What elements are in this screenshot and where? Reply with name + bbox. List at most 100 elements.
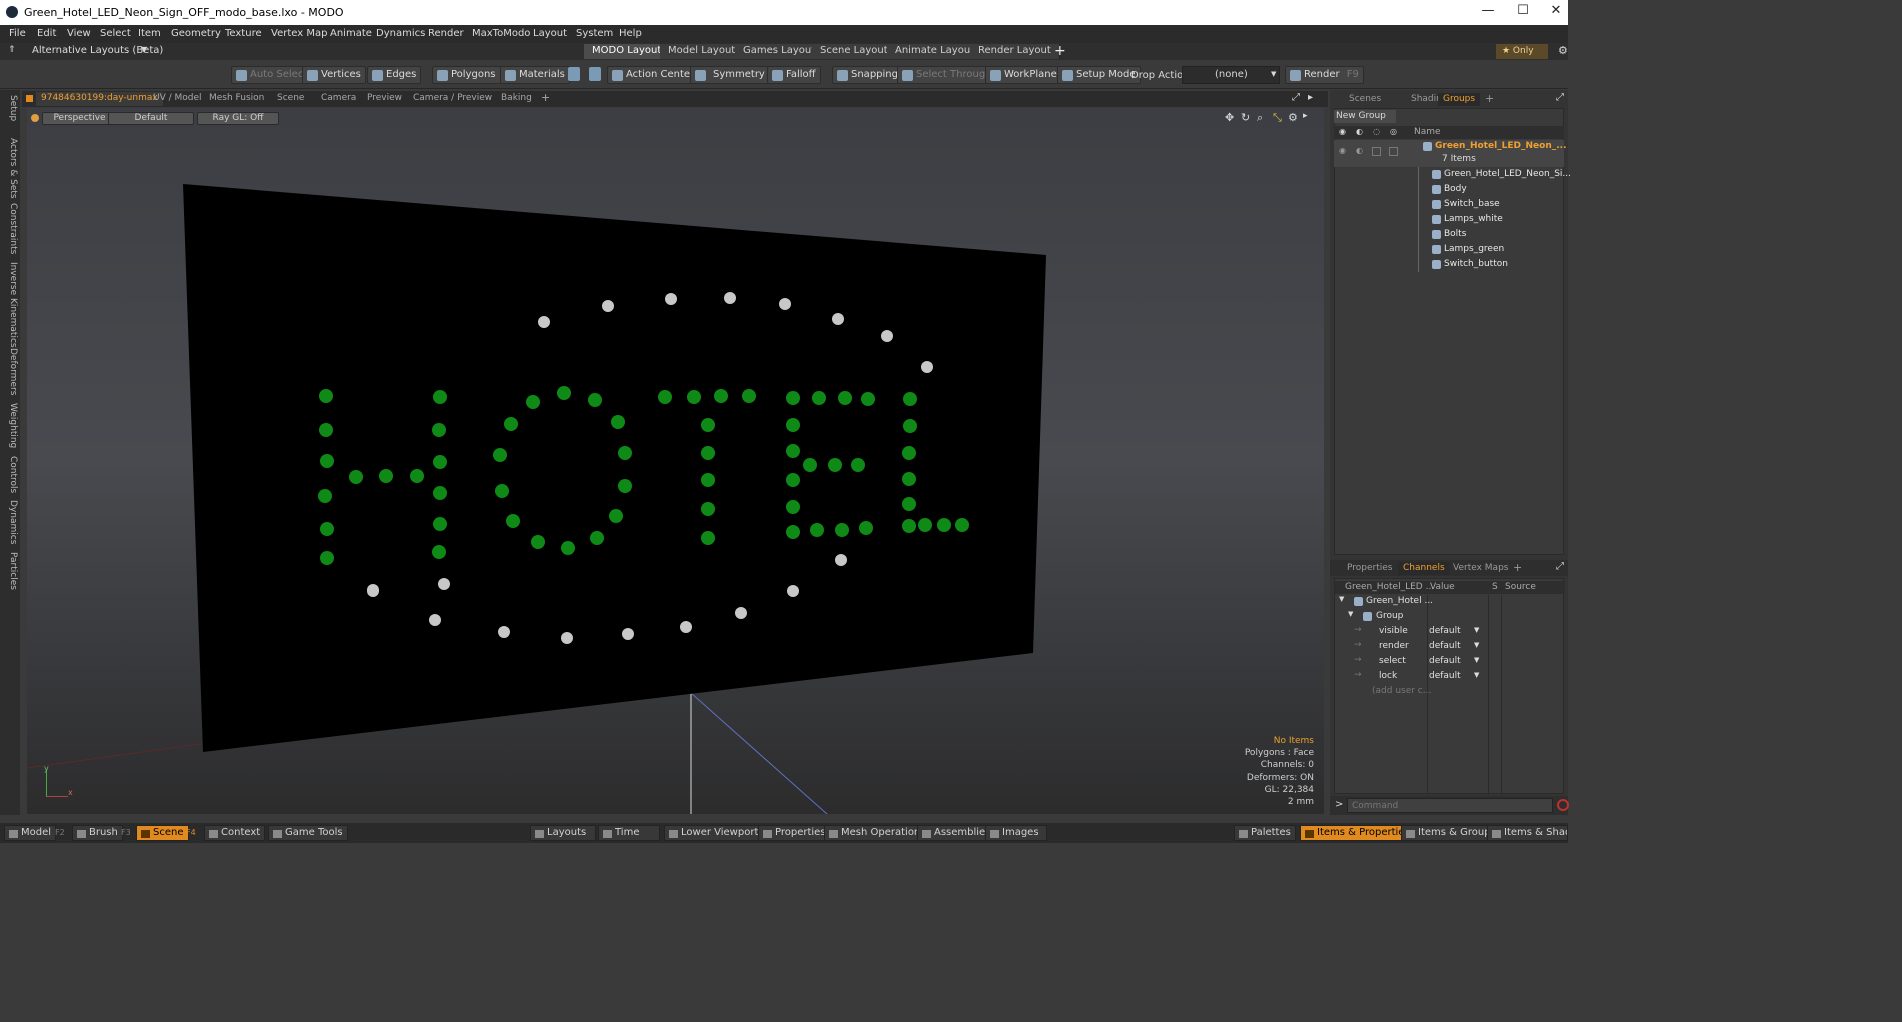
- green-lamp[interactable]: [531, 535, 545, 549]
- tab-camera[interactable]: Camera: [316, 92, 361, 106]
- channel-row[interactable]: → select default ▼: [1334, 654, 1564, 669]
- tab-render-layout[interactable]: Render Layout: [970, 44, 1060, 59]
- green-lamp[interactable]: [432, 423, 446, 437]
- menu-file[interactable]: File: [9, 28, 26, 39]
- close-button[interactable]: ✕: [1546, 3, 1566, 21]
- vtab-actors-sets[interactable]: Actors & Sets: [2, 138, 18, 199]
- action-center-button[interactable]: Action Center: [607, 66, 700, 84]
- green-lamp[interactable]: [410, 469, 424, 483]
- green-lamp[interactable]: [701, 473, 715, 487]
- green-lamp[interactable]: [902, 446, 916, 460]
- green-lamp[interactable]: [838, 391, 852, 405]
- green-lamp[interactable]: [803, 458, 817, 472]
- viewport-expand-icon[interactable]: ⤢: [1292, 92, 1300, 103]
- green-lamp[interactable]: [495, 484, 509, 498]
- green-lamp[interactable]: [786, 500, 800, 514]
- green-lamp[interactable]: [902, 472, 916, 486]
- vtab-inverse-kinematics[interactable]: Inverse Kinematics: [2, 262, 18, 348]
- select-mode-icon[interactable]: [568, 67, 580, 81]
- channel-row[interactable]: → visible default ▼: [1334, 624, 1564, 639]
- green-lamp[interactable]: [937, 518, 951, 532]
- channel-value[interactable]: default: [1429, 656, 1461, 666]
- green-lamp[interactable]: [526, 395, 540, 409]
- green-lamp[interactable]: [590, 531, 604, 545]
- layouts-button[interactable]: Layouts: [530, 825, 596, 841]
- green-lamp[interactable]: [609, 509, 623, 523]
- channel-value[interactable]: default: [1429, 626, 1461, 636]
- green-lamp[interactable]: [902, 519, 916, 533]
- tab-scenes[interactable]: Scenes: [1344, 93, 1386, 106]
- layout-up-icon[interactable]: ⇑: [8, 45, 16, 55]
- green-lamp[interactable]: [506, 514, 520, 528]
- green-lamp[interactable]: [701, 531, 715, 545]
- tab-channels[interactable]: Channels: [1398, 562, 1450, 575]
- menu-vertex-map[interactable]: Vertex Map: [271, 28, 327, 39]
- green-lamp[interactable]: [658, 390, 672, 404]
- tab-games-layout[interactable]: Games Layout: [735, 44, 825, 59]
- vtab-setup[interactable]: Setup: [2, 95, 18, 121]
- green-lamp[interactable]: [786, 444, 800, 458]
- viewport-more-icon[interactable]: ▸: [1303, 111, 1308, 121]
- tab-modo-layout[interactable]: MODO Layout: [584, 44, 671, 59]
- group-item-row[interactable]: Switch_base: [1334, 197, 1564, 212]
- group-row[interactable]: ◉ ◐ Green_Hotel_LED_Neon_... 7 Items: [1334, 140, 1566, 167]
- group-item-row[interactable]: Lamps_white: [1334, 212, 1564, 227]
- green-lamp[interactable]: [379, 469, 393, 483]
- green-lamp[interactable]: [955, 518, 969, 532]
- item-mode-icon[interactable]: [589, 67, 601, 81]
- green-lamp[interactable]: [618, 479, 632, 493]
- add-right-tab-button[interactable]: +: [1480, 91, 1499, 105]
- tab-uv-model[interactable]: UV / Model: [148, 92, 207, 106]
- green-lamp[interactable]: [861, 392, 875, 406]
- white-lamp[interactable]: [835, 554, 847, 566]
- green-lamp[interactable]: [611, 415, 625, 429]
- green-lamp[interactable]: [859, 521, 873, 535]
- vtab-particles[interactable]: Particles: [2, 552, 18, 590]
- green-lamp[interactable]: [433, 390, 447, 404]
- vtab-deformers[interactable]: Deformers: [2, 348, 18, 395]
- green-lamp[interactable]: [588, 393, 602, 407]
- menu-edit[interactable]: Edit: [37, 28, 56, 39]
- model-button[interactable]: Model: [4, 825, 57, 841]
- channel-dropdown-icon[interactable]: ▼: [1474, 626, 1479, 634]
- minimize-button[interactable]: —: [1478, 3, 1498, 21]
- white-lamp[interactable]: [622, 628, 634, 640]
- move-view-icon[interactable]: ✥: [1225, 111, 1234, 124]
- white-lamp[interactable]: [832, 313, 844, 325]
- edges-button[interactable]: Edges: [367, 66, 422, 84]
- polygons-button[interactable]: Polygons: [432, 66, 501, 84]
- viewport-menu-icon[interactable]: ▸: [1308, 92, 1313, 103]
- setup-mode-button[interactable]: Setup Mode: [1057, 66, 1141, 84]
- white-lamp[interactable]: [787, 585, 799, 597]
- group-render-icon[interactable]: ◐: [1356, 146, 1363, 155]
- lower-viewports-button[interactable]: Lower Viewports: [664, 825, 769, 841]
- settings-gear-icon[interactable]: ⚙: [1558, 44, 1568, 57]
- raygl-button[interactable]: Ray GL: Off: [197, 112, 279, 125]
- 3d-viewport[interactable]: [27, 108, 1324, 814]
- green-lamp[interactable]: [786, 391, 800, 405]
- channel-value[interactable]: default: [1429, 671, 1461, 681]
- group-item-row[interactable]: Body: [1334, 182, 1564, 197]
- white-lamp[interactable]: [561, 632, 573, 644]
- time-button[interactable]: Time: [598, 825, 660, 841]
- tab-mesh-fusion[interactable]: Mesh Fusion: [204, 92, 269, 106]
- channel-dropdown-icon[interactable]: ▼: [1474, 656, 1479, 664]
- green-lamp[interactable]: [812, 391, 826, 405]
- menu-dynamics[interactable]: Dynamics: [376, 28, 425, 39]
- green-lamp[interactable]: [835, 523, 849, 537]
- workplane-button[interactable]: WorkPlane: [985, 66, 1062, 84]
- green-lamp[interactable]: [903, 392, 917, 406]
- channel-row[interactable]: → render default ▼: [1334, 639, 1564, 654]
- group-item-row[interactable]: Green_Hotel_LED_Neon_Si...: [1334, 167, 1571, 182]
- white-lamp[interactable]: [921, 361, 933, 373]
- group-item-row[interactable]: Switch_button: [1334, 257, 1564, 272]
- menu-select[interactable]: Select: [100, 28, 131, 39]
- green-lamp[interactable]: [742, 389, 756, 403]
- fit-view-icon[interactable]: ⤡: [1273, 111, 1282, 125]
- only-toggle[interactable]: ★ Only: [1496, 44, 1548, 59]
- green-lamp[interactable]: [786, 473, 800, 487]
- viewport-gear-icon[interactable]: ⚙: [1288, 111, 1298, 124]
- command-stop-icon[interactable]: [1557, 799, 1569, 811]
- tab-vertex-maps[interactable]: Vertex Maps: [1448, 562, 1513, 575]
- tab-model-layout[interactable]: Model Layout: [660, 44, 745, 59]
